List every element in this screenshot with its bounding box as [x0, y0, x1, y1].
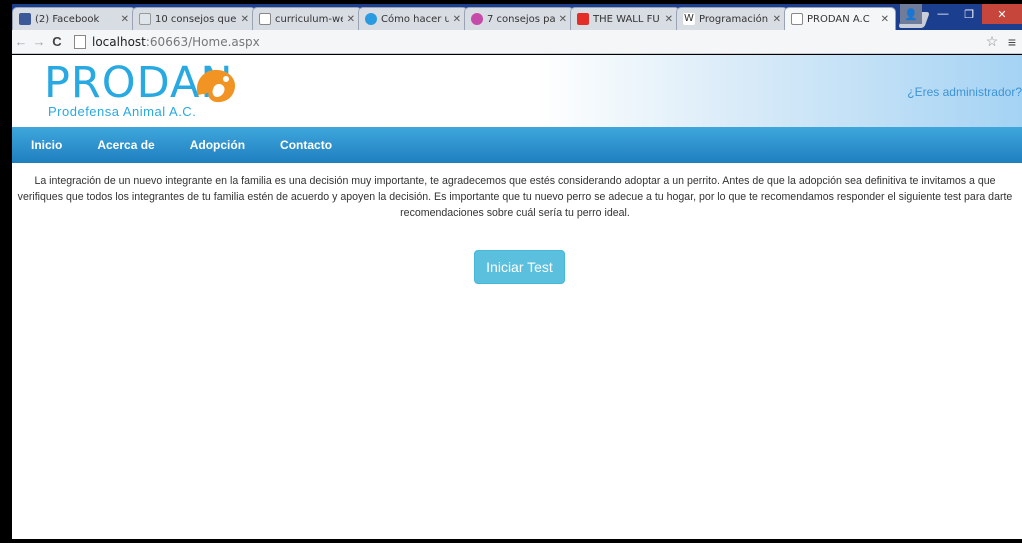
tab-facebook[interactable]: (2) Facebook ✕ [12, 7, 136, 30]
nav-item-inicio[interactable]: Inicio [31, 138, 62, 152]
close-tab-icon[interactable]: ✕ [665, 14, 673, 25]
tab-strip: (2) Facebook ✕ 10 consejos que ✕ curricu… [12, 4, 1022, 30]
tab-curriculum[interactable]: curriculum-wend ✕ [252, 7, 362, 30]
tab-title: THE WALL FU [593, 13, 660, 25]
close-tab-icon[interactable]: ✕ [881, 14, 889, 25]
tab-programacion[interactable]: W Programación or ✕ [676, 7, 788, 30]
admin-link[interactable]: ¿Eres administrador? [907, 85, 1022, 99]
close-tab-icon[interactable]: ✕ [121, 14, 129, 25]
tab-title: PRODAN A.C [807, 13, 870, 25]
reload-icon[interactable]: C [48, 34, 66, 49]
image-icon [139, 13, 151, 25]
tab-title: Cómo hacer un c [381, 13, 449, 25]
browser-window: (2) Facebook ✕ 10 consejos que ✕ curricu… [0, 0, 1022, 543]
tab-como-hacer[interactable]: Cómo hacer un c ✕ [358, 7, 468, 30]
tab-consejos[interactable]: 10 consejos que ✕ [132, 7, 256, 30]
close-tab-icon[interactable]: ✕ [347, 14, 355, 25]
maximize-button[interactable]: ❐ [956, 4, 982, 24]
site-header: PRODAN Prodefensa Animal A.C. ¿Eres admi… [12, 55, 1022, 127]
tab-title: curriculum-wend [275, 13, 343, 25]
facebook-icon [19, 13, 31, 25]
page-icon [259, 13, 271, 25]
user-icon[interactable]: 👤 [900, 4, 922, 24]
close-tab-icon[interactable]: ✕ [559, 14, 567, 25]
address-bar[interactable]: localhost:60663/Home.aspx [74, 33, 982, 51]
bookmark-star-icon[interactable]: ☆ [982, 33, 1002, 50]
url-path: :60663/Home.aspx [145, 34, 260, 49]
close-tab-icon[interactable]: ✕ [453, 14, 461, 25]
logo[interactable]: PRODAN Prodefensa Animal A.C. [44, 61, 236, 119]
youtube-icon [577, 13, 589, 25]
globe-icon [365, 13, 377, 25]
tab-title: (2) Facebook [35, 13, 100, 25]
url-host: localhost [92, 34, 146, 49]
menu-icon[interactable]: ≡ [1002, 34, 1022, 50]
browser-toolbar: ← → C localhost:60663/Home.aspx ☆ ≡ [12, 30, 1022, 54]
close-tab-icon[interactable]: ✕ [773, 14, 781, 25]
tab-title: Programación or [699, 13, 769, 25]
tab-title: 7 consejos para [487, 13, 555, 25]
tab-title: 10 consejos que [155, 13, 237, 25]
tab-the-wall[interactable]: THE WALL FU ✕ [570, 7, 680, 30]
back-icon[interactable]: ← [12, 34, 30, 49]
page-icon [791, 13, 803, 25]
page-icon [74, 34, 86, 49]
nav-item-contacto[interactable]: Contacto [280, 138, 332, 152]
tab-prodan[interactable]: PRODAN A.C ✕ [784, 7, 896, 30]
main-navbar: Inicio Acerca de Adopción Contacto [12, 127, 1022, 163]
forward-icon[interactable]: → [30, 34, 48, 49]
tab-7-consejos[interactable]: 7 consejos para ✕ [464, 7, 574, 30]
paw-icon [471, 13, 483, 25]
minimize-button[interactable]: — [930, 4, 956, 24]
intro-paragraph: La integración de un nuevo integrante en… [17, 175, 1013, 219]
start-test-button[interactable]: Iniciar Test [474, 250, 565, 284]
animal-logo-icon [196, 69, 236, 103]
close-window-button[interactable]: ✕ [982, 4, 1022, 24]
close-tab-icon[interactable]: ✕ [241, 14, 249, 25]
wikipedia-icon: W [683, 13, 695, 25]
nav-item-acerca-de[interactable]: Acerca de [97, 138, 154, 152]
nav-item-adopcion[interactable]: Adopción [190, 138, 245, 152]
web-page: PRODAN Prodefensa Animal A.C. ¿Eres admi… [12, 55, 1022, 539]
window-controls: 👤 — ❐ ✕ [900, 4, 1022, 26]
